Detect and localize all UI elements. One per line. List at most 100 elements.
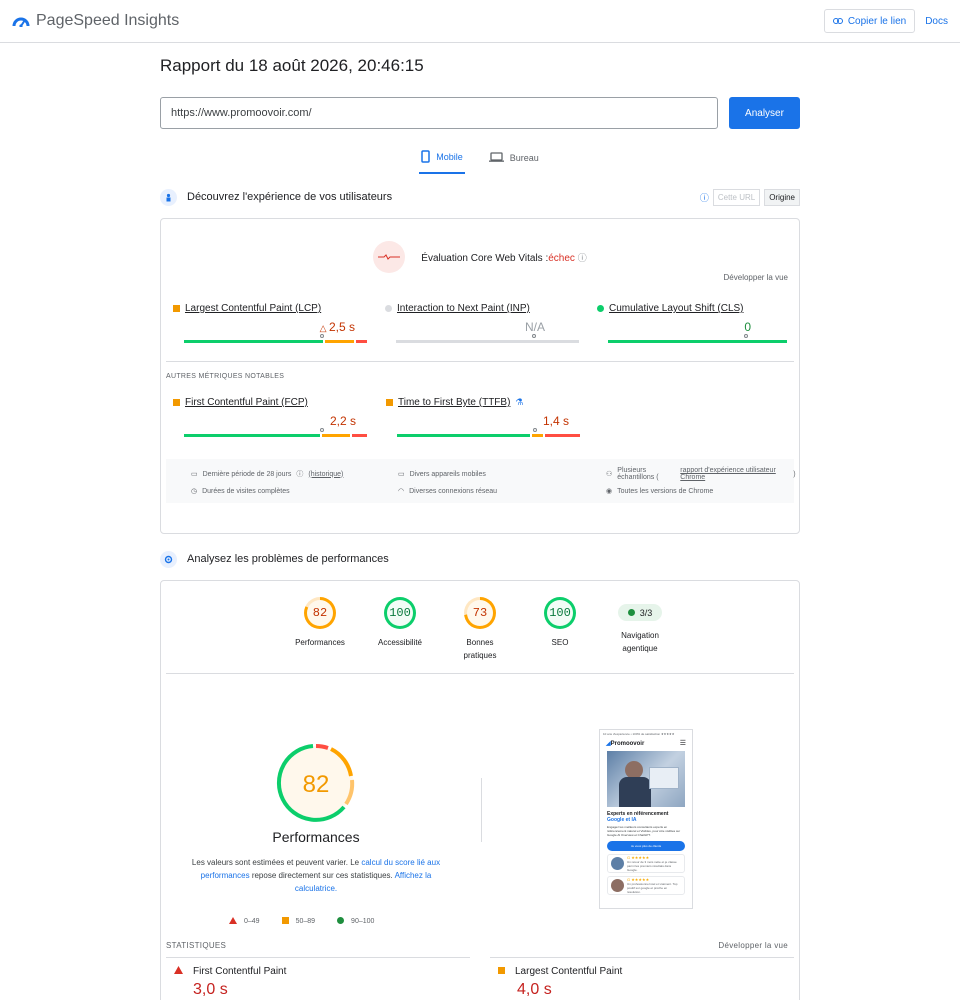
stopwatch-icon: ◷ [191,488,198,495]
chrome-icon: ◉ [606,488,613,495]
good-segment [184,340,323,343]
metric-cls-label[interactable]: Cumulative Layout Shift (CLS) [609,303,744,314]
screenshot-review-card: G ★★★★★ Un professionnel réel et vraiment… [607,876,685,895]
samples-prefix: Plusieurs échantillons ( [617,467,659,481]
stats-heading: STATISTIQUES [166,941,227,950]
good-circle-icon [337,917,345,926]
review-2-text: Un professionnel réel et vraiment. Top p… [627,881,678,894]
cwv-status: échec [548,252,575,264]
performance-big-gauge: 82 [276,744,355,822]
metric-inp-value: N/A [524,320,545,334]
wifi-icon: ◠ [398,488,405,495]
tab-mobile[interactable]: Mobile [419,148,465,174]
gauge-seo-score: 100 [549,606,571,620]
legend-average-range: 50–89 [295,918,316,925]
gauge-accessibility[interactable]: 100 Accessibilité [362,597,438,673]
help-icon[interactable]: ⓘ [578,253,587,263]
poor-segment [545,434,580,437]
tab-desktop[interactable]: Bureau [487,148,541,174]
tab-mobile-label: Mobile [436,152,463,162]
metric-inp-distribution [396,334,581,343]
period-text: Dernière période de 28 jours [202,470,292,478]
perf-desc-text-2: repose directement sur ces statistiques. [249,871,395,880]
brand[interactable]: PageSpeed Insights [12,12,179,30]
app-title: PageSpeed Insights [36,12,180,29]
crux-card: Évaluation Core Web Vitals :échec ⓘ Déve… [160,218,800,534]
chrome-versions-text: Toutes les versions de Chrome [617,487,714,495]
hamburger-menu-icon: ☰ [679,740,686,747]
good-segment [397,434,530,437]
poor-triangle-icon [229,917,237,926]
p75-marker [533,428,537,432]
durations-text: Durées de visites complètes [202,487,290,495]
average-square-icon [386,399,393,406]
average-square-icon [173,399,180,406]
help-icon[interactable]: ⓘ [296,469,303,479]
copy-link-button[interactable]: Copier le lien [823,9,916,33]
gauge-seo[interactable]: 100 SEO [522,597,598,673]
expand-view-link[interactable]: Développer la vue [724,273,788,282]
gauge-performance[interactable]: 82 Performances [282,597,358,673]
p75-marker [320,428,324,432]
performance-title: Performances [272,829,360,845]
performance-description: Les valeurs sont estimées et peuvent var… [181,856,451,895]
average-square-icon [281,917,289,926]
score-legend: 0–49 50–89 90–100 [229,917,374,926]
screenshot-body: Engagez les meilleurs consultants expert… [607,825,681,837]
crux-section-title: Découvrez l'expérience de vos utilisateu… [187,191,393,203]
gauge-best-practices[interactable]: 73 Bonnes pratiques [442,597,518,673]
stat-lcp-label: Largest Contentful Paint [515,966,623,977]
fcp-segment [315,744,329,750]
warning-triangle-icon: △ [319,323,329,333]
other-metrics: First Contentful Paint (FCP) 2,2 s Time … [161,397,799,437]
good-dot-icon [597,305,604,312]
gauge-agentic[interactable]: 3/3 Navigation agentique [602,597,678,673]
agentic-pill: 3/3 [617,604,663,621]
average-segment [532,434,543,437]
calendar-icon: ▭ [191,471,198,478]
gauge-performance-label: Performances [295,638,345,647]
p75-marker [744,334,748,338]
metric-inp-label[interactable]: Interaction to Next Paint (INP) [397,303,530,314]
gauge-performance-score: 82 [312,606,328,620]
review-1-text: Un retour de 3 mois nette et je classe p… [627,859,677,872]
analyze-button[interactable]: Analyser [729,97,800,129]
average-segment [325,340,354,343]
metric-lcp: Largest Contentful Paint (LCP) △ 2,5 s [173,303,385,343]
category-gauges: 82 Performances 100 Accessibilité 73 Bon… [161,581,799,673]
users-icon [160,188,177,206]
metric-ttfb: Time to First Byte (TTFB) ⚗ 1,4 s [386,397,599,437]
origin-toggle[interactable]: Origine [764,188,800,206]
metric-ttfb-label[interactable]: Time to First Byte (TTFB) [398,397,510,408]
connections-text: Diverses connexions réseau [409,487,498,495]
metric-fcp: First Contentful Paint (FCP) 2,2 s [173,397,386,437]
metric-lcp-label[interactable]: Largest Contentful Paint (LCP) [185,303,321,314]
copy-link-label: Copier le lien [847,15,907,27]
info-icon[interactable]: ⓘ [700,191,709,204]
metric-cls: Cumulative Layout Shift (CLS) 0 [597,303,809,343]
crux-report-link[interactable]: rapport d'expérience utilisateur Chrome [680,467,788,481]
performance-detail: 82 Performances Les valeurs sont estimée… [161,674,799,936]
page-screenshot[interactable]: 10 ans d'expérience • 100% de satisfacti… [599,729,693,909]
gauge-accessibility-label: Accessibilité [377,638,422,647]
device-tabs: Mobile Bureau [160,148,800,174]
screenshot-cta: Je veux plus de clients [607,841,685,851]
flask-icon: ⚗ [515,397,524,407]
cwv-assessment: Évaluation Core Web Vitals :échec ⓘ [421,251,586,264]
core-metrics: Largest Contentful Paint (LCP) △ 2,5 s I… [161,303,799,343]
url-input[interactable] [160,97,718,129]
stats-expand-link[interactable]: Développer la vue [718,941,788,950]
poor-triangle-icon [174,966,183,977]
this-url-toggle[interactable]: Cette URL [712,188,761,206]
history-link[interactable]: (historique) [308,471,343,478]
metric-fcp-label[interactable]: First Contentful Paint (FCP) [185,397,308,408]
screenshot-banner: 10 ans d'expérience • 100% de satisfacti… [603,732,675,736]
docs-link[interactable]: Docs [925,16,948,27]
reviewer-avatar [611,857,624,870]
metric-ttfb-distribution [397,428,582,437]
perf-desc-text-1: Les valeurs sont estimées et peuvent var… [191,858,362,867]
devices-icon: ▭ [398,471,405,478]
metric-cls-distribution [608,334,793,343]
people-icon: ⚇ [606,471,613,478]
gauge-seo-ring: 100 [544,597,576,629]
